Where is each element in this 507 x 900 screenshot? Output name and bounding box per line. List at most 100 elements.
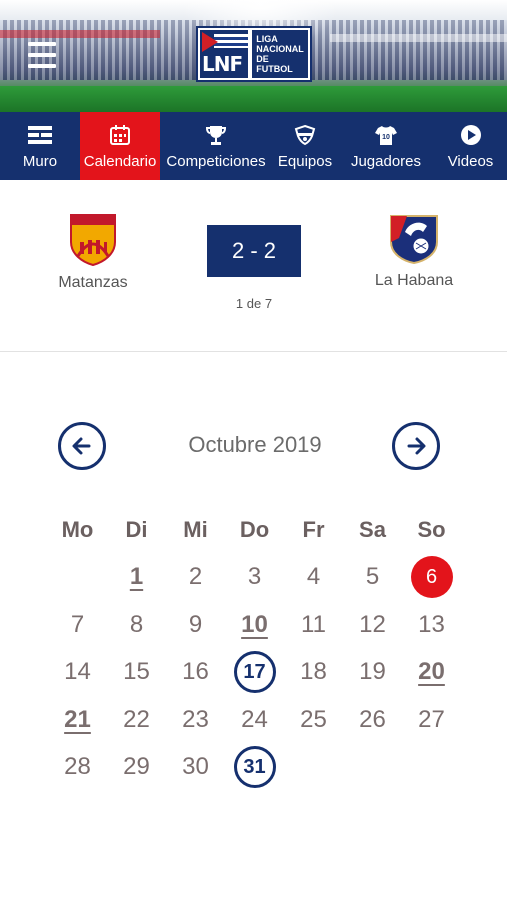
day-1[interactable]: 1 [107,554,166,602]
logo-text: LIGA NACIONAL DE FUTBOL [252,30,308,78]
day-23[interactable]: 23 [166,696,225,744]
jersey-icon: 10 [374,123,398,147]
weekday-label: Mi [183,516,208,542]
arrow-right-icon [407,437,426,455]
day-12[interactable]: 12 [343,601,402,649]
next-month-button[interactable] [392,422,440,470]
day-25[interactable]: 25 [284,696,343,744]
menu-button[interactable] [28,42,58,72]
day-number: 24 [241,705,268,733]
weekday-label: Mo [61,516,94,542]
day-3[interactable]: 3 [225,554,284,602]
selected-day-marker: 17 [233,651,276,694]
day-29[interactable]: 29 [107,744,166,792]
week-row: 28 29 30 31 [48,744,462,792]
day-4[interactable]: 4 [284,554,343,602]
day-number: 2 [188,563,203,591]
hamburger-icon-line [28,64,56,68]
empty-day [284,744,343,792]
day-5[interactable]: 5 [343,554,402,602]
nav-item-equipos[interactable]: Equipos [272,112,338,180]
day-number: 28 [64,753,91,781]
day-10[interactable]: 10 [225,601,284,649]
day-6[interactable]: 6 [402,554,461,602]
calendar-icon [109,123,131,147]
day-30[interactable]: 30 [166,744,225,792]
play-icon [460,123,482,147]
day-8[interactable]: 8 [107,601,166,649]
day-number: 5 [365,563,380,591]
flag-stripe-white [330,34,507,42]
day-27[interactable]: 27 [402,696,461,744]
la-habana-crest-icon [390,215,438,264]
day-number: 9 [188,610,203,638]
day-number: 4 [306,563,321,591]
day-number: 14 [64,658,91,686]
hamburger-icon [28,42,56,46]
home-team[interactable]: Matanzas [50,212,136,292]
day-number: 13 [418,610,445,638]
trophy-icon [205,123,227,147]
day-number: 27 [418,705,445,733]
svg-text:10: 10 [382,134,390,141]
nav-item-competiciones[interactable]: Competiciones [160,112,272,180]
day-number: 1 [129,563,144,591]
nav-item-muro[interactable]: Muro [0,112,80,180]
main-nav: Muro Calendario Competiciones Equipos 10… [0,112,507,180]
day-18[interactable]: 18 [284,649,343,697]
arrow-left-icon [72,437,91,455]
stadium-field [0,86,507,112]
nav-label: Calendario [83,152,157,170]
weekday-label: Fr [302,516,325,542]
empty-day [402,744,461,792]
day-number: 22 [123,705,150,733]
day-number: 30 [182,753,209,781]
day-28[interactable]: 28 [48,744,107,792]
day-2[interactable]: 2 [166,554,225,602]
day-number: 16 [182,658,209,686]
nav-label: Videos [447,152,494,170]
wall-icon [27,123,53,147]
day-number: 15 [123,658,150,686]
nav-label: Equipos [277,152,333,170]
flag-stripe-red [0,30,160,38]
lnf-emblem: LNF [200,30,249,78]
day-number: 12 [359,610,386,638]
day-number: 26 [359,705,386,733]
day-number: 29 [123,753,150,781]
day-15[interactable]: 15 [107,649,166,697]
day-13[interactable]: 13 [402,601,461,649]
day-16[interactable]: 16 [166,649,225,697]
weekday-label: Do [239,516,270,542]
day-11[interactable]: 11 [284,601,343,649]
day-19[interactable]: 19 [343,649,402,697]
day-17[interactable]: 17 [225,649,284,697]
weekday-label: So [417,516,446,542]
calendar-header: Octubre 2019 [0,420,507,472]
day-24[interactable]: 24 [225,696,284,744]
day-31[interactable]: 31 [225,744,284,792]
day-9[interactable]: 9 [166,601,225,649]
nav-item-videos[interactable]: Videos [434,112,507,180]
day-22[interactable]: 22 [107,696,166,744]
prev-month-button[interactable] [58,422,106,470]
day-number: 8 [129,610,144,638]
nav-item-calendario[interactable]: Calendario [80,112,160,180]
match-pager: 1 de 7 [235,296,273,311]
lnf-logo[interactable]: LNF LIGA NACIONAL DE FUTBOL [196,26,312,82]
empty-day [48,554,107,602]
nav-item-jugadores[interactable]: 10 Jugadores [338,112,434,180]
day-21[interactable]: 21 [48,696,107,744]
away-team[interactable]: La Habana [366,212,462,290]
score-box[interactable]: 2 - 2 [207,225,301,277]
day-number: 21 [64,705,91,733]
day-26[interactable]: 26 [343,696,402,744]
day-7[interactable]: 7 [48,601,107,649]
weekday-label: Sa [359,516,386,542]
match-summary: Matanzas 2 - 2 1 de 7 La Habana [0,180,507,352]
week-row: 1 2 3 4 5 6 [48,554,462,602]
day-14[interactable]: 14 [48,649,107,697]
day-number: 25 [300,705,327,733]
selected-day-marker: 31 [233,746,276,789]
day-20[interactable]: 20 [402,649,461,697]
